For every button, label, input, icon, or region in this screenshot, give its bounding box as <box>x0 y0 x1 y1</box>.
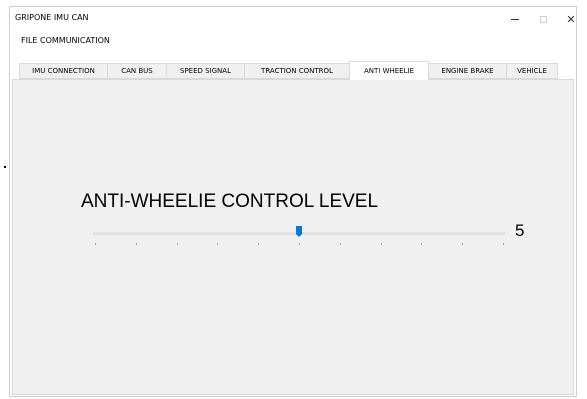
slider-tick <box>503 243 504 245</box>
edge-marker <box>4 166 6 168</box>
tab-strip: IMU CONNECTION CAN BUS SPEED SIGNAL TRAC… <box>10 61 576 80</box>
slider-tick <box>381 243 382 245</box>
menu-bar: FILE COMMUNICATION <box>10 33 576 49</box>
maximize-icon <box>539 15 547 23</box>
level-value: 5 <box>515 221 525 240</box>
tab-vehicle[interactable]: VEHICLE <box>506 63 558 79</box>
tab-engine-brake[interactable]: ENGINE BRAKE <box>428 63 507 79</box>
title-bar: GRIPONE IMU CAN ✕ <box>10 7 576 31</box>
slider-tick <box>177 243 178 245</box>
slider-tick <box>217 243 218 245</box>
slider-tick <box>340 243 341 245</box>
tab-anti-wheelie[interactable]: ANTI WHEELIE <box>349 61 429 80</box>
tab-imu-connection[interactable]: IMU CONNECTION <box>19 63 108 79</box>
slider-tick <box>136 243 137 245</box>
slider-tick <box>258 243 259 245</box>
tab-traction-control[interactable]: TRACTION CONTROL <box>244 63 350 79</box>
menu-communication[interactable]: COMMUNICATION <box>40 36 110 45</box>
slider-tick <box>421 243 422 245</box>
anti-wheelie-slider[interactable] <box>93 226 508 260</box>
slider-tick <box>462 243 463 245</box>
app-window: GRIPONE IMU CAN ✕ FILE COMMUNICATION IMU… <box>9 6 577 397</box>
slider-tick <box>299 243 300 245</box>
tab-can-bus[interactable]: CAN BUS <box>107 63 167 79</box>
menu-file[interactable]: FILE <box>21 36 37 45</box>
close-icon: ✕ <box>566 12 576 26</box>
tab-speed-signal[interactable]: SPEED SIGNAL <box>166 63 245 79</box>
close-button[interactable]: ✕ <box>554 7 587 31</box>
minimize-icon <box>511 18 519 20</box>
window-title: GRIPONE IMU CAN <box>15 13 89 22</box>
slider-thumb[interactable] <box>296 226 302 237</box>
anti-wheelie-heading: ANTI-WHEELIE CONTROL LEVEL <box>81 191 379 212</box>
slider-tick <box>95 243 96 245</box>
tab-panel: ANTI-WHEELIE CONTROL LEVEL <box>12 79 574 395</box>
